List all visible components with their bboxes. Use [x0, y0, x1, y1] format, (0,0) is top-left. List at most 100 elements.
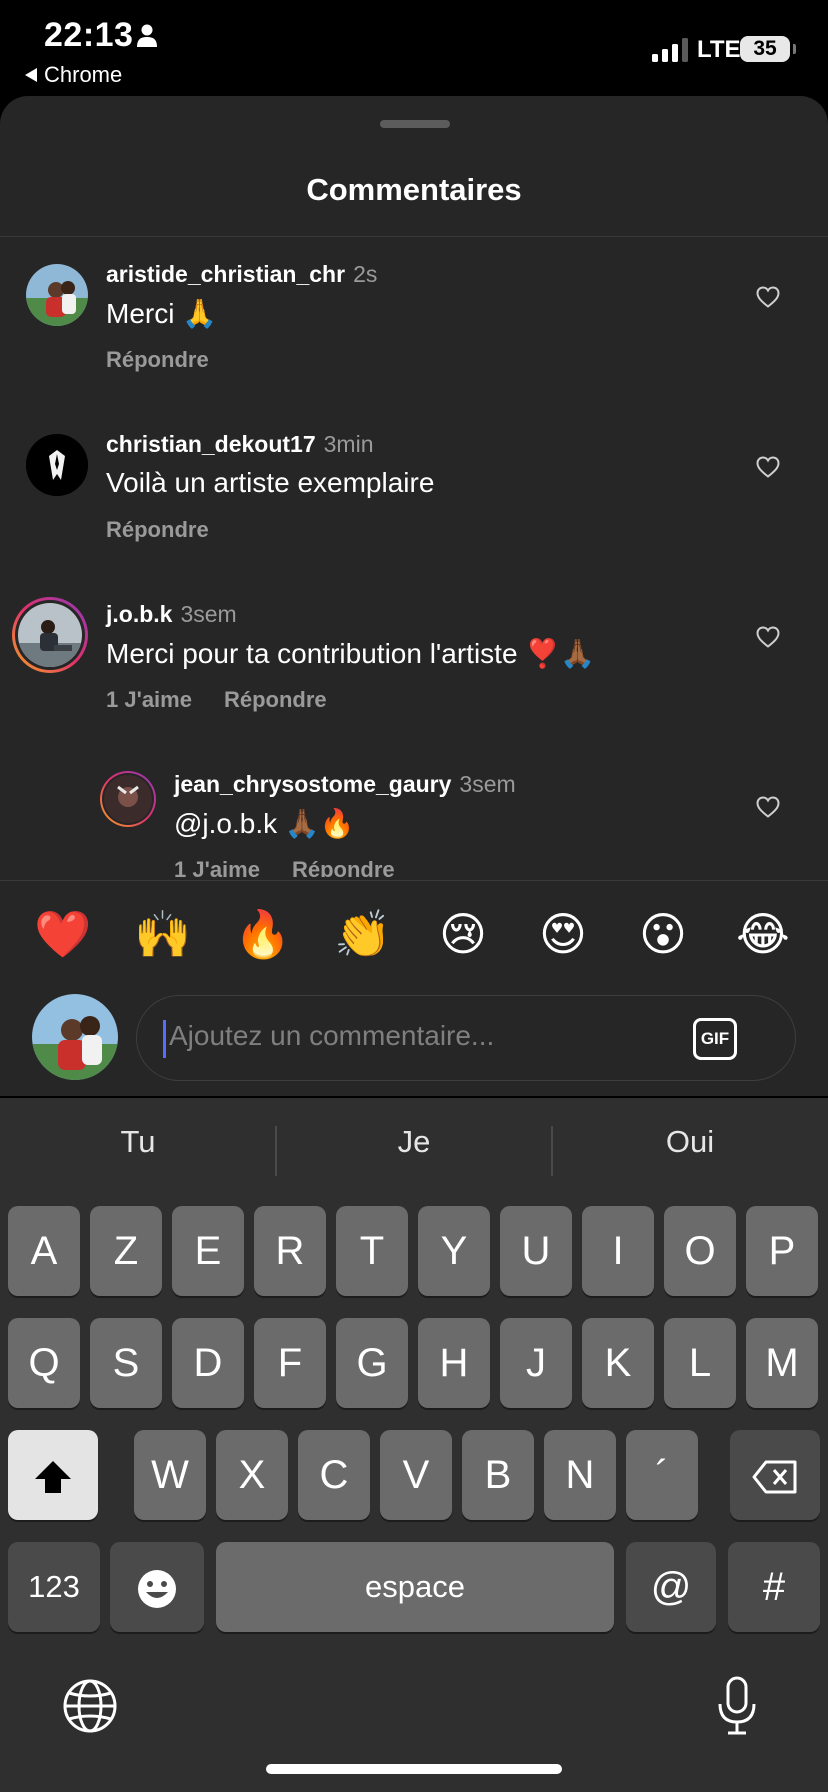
heart-icon[interactable] — [756, 286, 780, 308]
heart-icon[interactable] — [756, 796, 780, 818]
emoji-laughing-button[interactable]: 😂 — [733, 904, 793, 964]
keyboard: Tu Je Oui A Z E R T Y U I O P Q S D F G … — [0, 1098, 828, 1792]
battery-indicator: 35 — [740, 36, 796, 62]
home-indicator[interactable] — [266, 1764, 562, 1774]
network-type: LTE — [697, 36, 741, 63]
key-p[interactable]: P — [746, 1206, 818, 1296]
quick-emoji-bar: ❤️ 🙌 🔥 👏 😢 😍 😮 😂 — [0, 904, 828, 964]
comment-reply-item: jean_chrysostome_gaury 3sem @j.o.b.k 🙏🏾🔥 … — [0, 747, 828, 877]
comment-list[interactable]: aristide_christian_chr 2s Merci 🙏 Répondr… — [0, 237, 828, 877]
reply-button[interactable]: Répondre — [106, 347, 209, 372]
hash-key[interactable]: # — [728, 1542, 820, 1632]
key-d[interactable]: D — [172, 1318, 244, 1408]
suggestion-3[interactable]: Oui — [552, 1124, 828, 1160]
shift-arrow-icon — [35, 1461, 71, 1494]
comment-actions: 1 J'aime Répondre — [174, 857, 395, 877]
heart-icon[interactable] — [756, 456, 780, 478]
comment-input[interactable]: Ajoutez un commentaire... GIF — [136, 995, 796, 1081]
emoji-smiley-icon — [138, 1570, 176, 1609]
avatar — [102, 773, 154, 825]
key-i[interactable]: I — [582, 1206, 654, 1296]
emoji-clapping-button[interactable]: 👏 — [333, 904, 393, 964]
back-app-label: Chrome — [44, 62, 123, 87]
emoji-heart-eyes-button[interactable]: 😍 — [533, 904, 593, 964]
key-s[interactable]: S — [90, 1318, 162, 1408]
key-t[interactable]: T — [336, 1206, 408, 1296]
key-r[interactable]: R — [254, 1206, 326, 1296]
reply-button[interactable]: Répondre — [106, 517, 209, 542]
shift-key[interactable] — [8, 1430, 98, 1520]
key-k[interactable]: K — [582, 1318, 654, 1408]
avatar[interactable] — [26, 264, 88, 326]
heart-icon[interactable] — [756, 626, 780, 648]
emoji-keyboard-key[interactable] — [110, 1542, 204, 1632]
key-f[interactable]: F — [254, 1318, 326, 1408]
emoji-heart-button[interactable]: ❤️ — [33, 904, 93, 964]
microphone-icon[interactable] — [716, 1676, 758, 1736]
suggestion-1[interactable]: Tu — [0, 1124, 276, 1160]
comment-text: @j.o.b.k 🙏🏾🔥 — [174, 808, 355, 839]
key-h[interactable]: H — [418, 1318, 490, 1408]
avatar-photo — [18, 603, 82, 667]
key-c[interactable]: C — [298, 1430, 370, 1520]
key-y[interactable]: Y — [418, 1206, 490, 1296]
comment-item: aristide_christian_chr 2s Merci 🙏 Répondr… — [0, 237, 828, 407]
key-w[interactable]: W — [134, 1430, 206, 1520]
reply-button[interactable]: Répondre — [224, 687, 327, 712]
comment-actions: 1 J'aime Répondre — [106, 687, 327, 713]
comment-time: 2s — [353, 261, 378, 287]
backspace-key[interactable] — [730, 1430, 820, 1520]
key-x[interactable]: X — [216, 1430, 288, 1520]
space-key[interactable]: espace — [216, 1542, 614, 1632]
comment-time: 3sem — [459, 771, 516, 797]
key-e[interactable]: E — [172, 1206, 244, 1296]
back-to-app-link[interactable]: Chrome — [24, 62, 122, 88]
key-acute-accent[interactable]: ´ — [626, 1430, 698, 1520]
key-z[interactable]: Z — [90, 1206, 162, 1296]
likes-count-button[interactable]: 1 J'aime — [106, 687, 192, 712]
key-v[interactable]: V — [380, 1430, 452, 1520]
avatar — [15, 600, 85, 670]
comment-username[interactable]: j.o.b.k 3sem — [106, 601, 237, 628]
back-triangle-icon — [25, 68, 37, 82]
key-q[interactable]: Q — [8, 1318, 80, 1408]
key-g[interactable]: G — [336, 1318, 408, 1408]
comment-username[interactable]: christian_dekout17 3min — [106, 431, 374, 458]
avatar-photo — [104, 775, 152, 823]
reply-button[interactable]: Répondre — [292, 857, 395, 877]
avatar-photo — [26, 264, 88, 326]
sheet-grabber[interactable] — [380, 120, 450, 128]
avatar-photo — [32, 994, 118, 1080]
numbers-key[interactable]: 123 — [8, 1542, 100, 1632]
key-o[interactable]: O — [664, 1206, 736, 1296]
emoji-fire-button[interactable]: 🔥 — [233, 904, 293, 964]
backspace-icon — [752, 1460, 797, 1494]
cellular-signal-icon — [652, 38, 688, 62]
key-b[interactable]: B — [462, 1430, 534, 1520]
key-a[interactable]: A — [8, 1206, 80, 1296]
comment-username[interactable]: aristide_christian_chr 2s — [106, 261, 377, 288]
comment-time: 3sem — [180, 601, 237, 627]
sheet-title: Commentaires — [306, 172, 522, 207]
comment-text: Merci 🙏 — [106, 298, 218, 329]
key-u[interactable]: U — [500, 1206, 572, 1296]
screen: 22:13 Chrome LTE 35 Commentaires aristid… — [0, 0, 828, 1792]
person-icon — [137, 24, 157, 47]
avatar-story-ring[interactable] — [100, 771, 156, 827]
suggestion-2[interactable]: Je — [276, 1124, 552, 1160]
globe-icon[interactable] — [62, 1678, 118, 1734]
emoji-surprised-button[interactable]: 😮 — [633, 904, 693, 964]
key-j[interactable]: J — [500, 1318, 572, 1408]
emoji-raised-hands-button[interactable]: 🙌 — [133, 904, 193, 964]
key-m[interactable]: M — [746, 1318, 818, 1408]
comment-username[interactable]: jean_chrysostome_gaury 3sem — [174, 771, 516, 798]
key-l[interactable]: L — [664, 1318, 736, 1408]
avatar[interactable] — [26, 434, 88, 496]
avatar-story-ring[interactable] — [12, 597, 88, 673]
emoji-crying-button[interactable]: 😢 — [433, 904, 493, 964]
divider — [0, 880, 828, 881]
at-key[interactable]: @ — [626, 1542, 716, 1632]
key-n[interactable]: N — [544, 1430, 616, 1520]
gif-button[interactable]: GIF — [693, 1018, 737, 1060]
likes-count-button[interactable]: 1 J'aime — [174, 857, 260, 877]
